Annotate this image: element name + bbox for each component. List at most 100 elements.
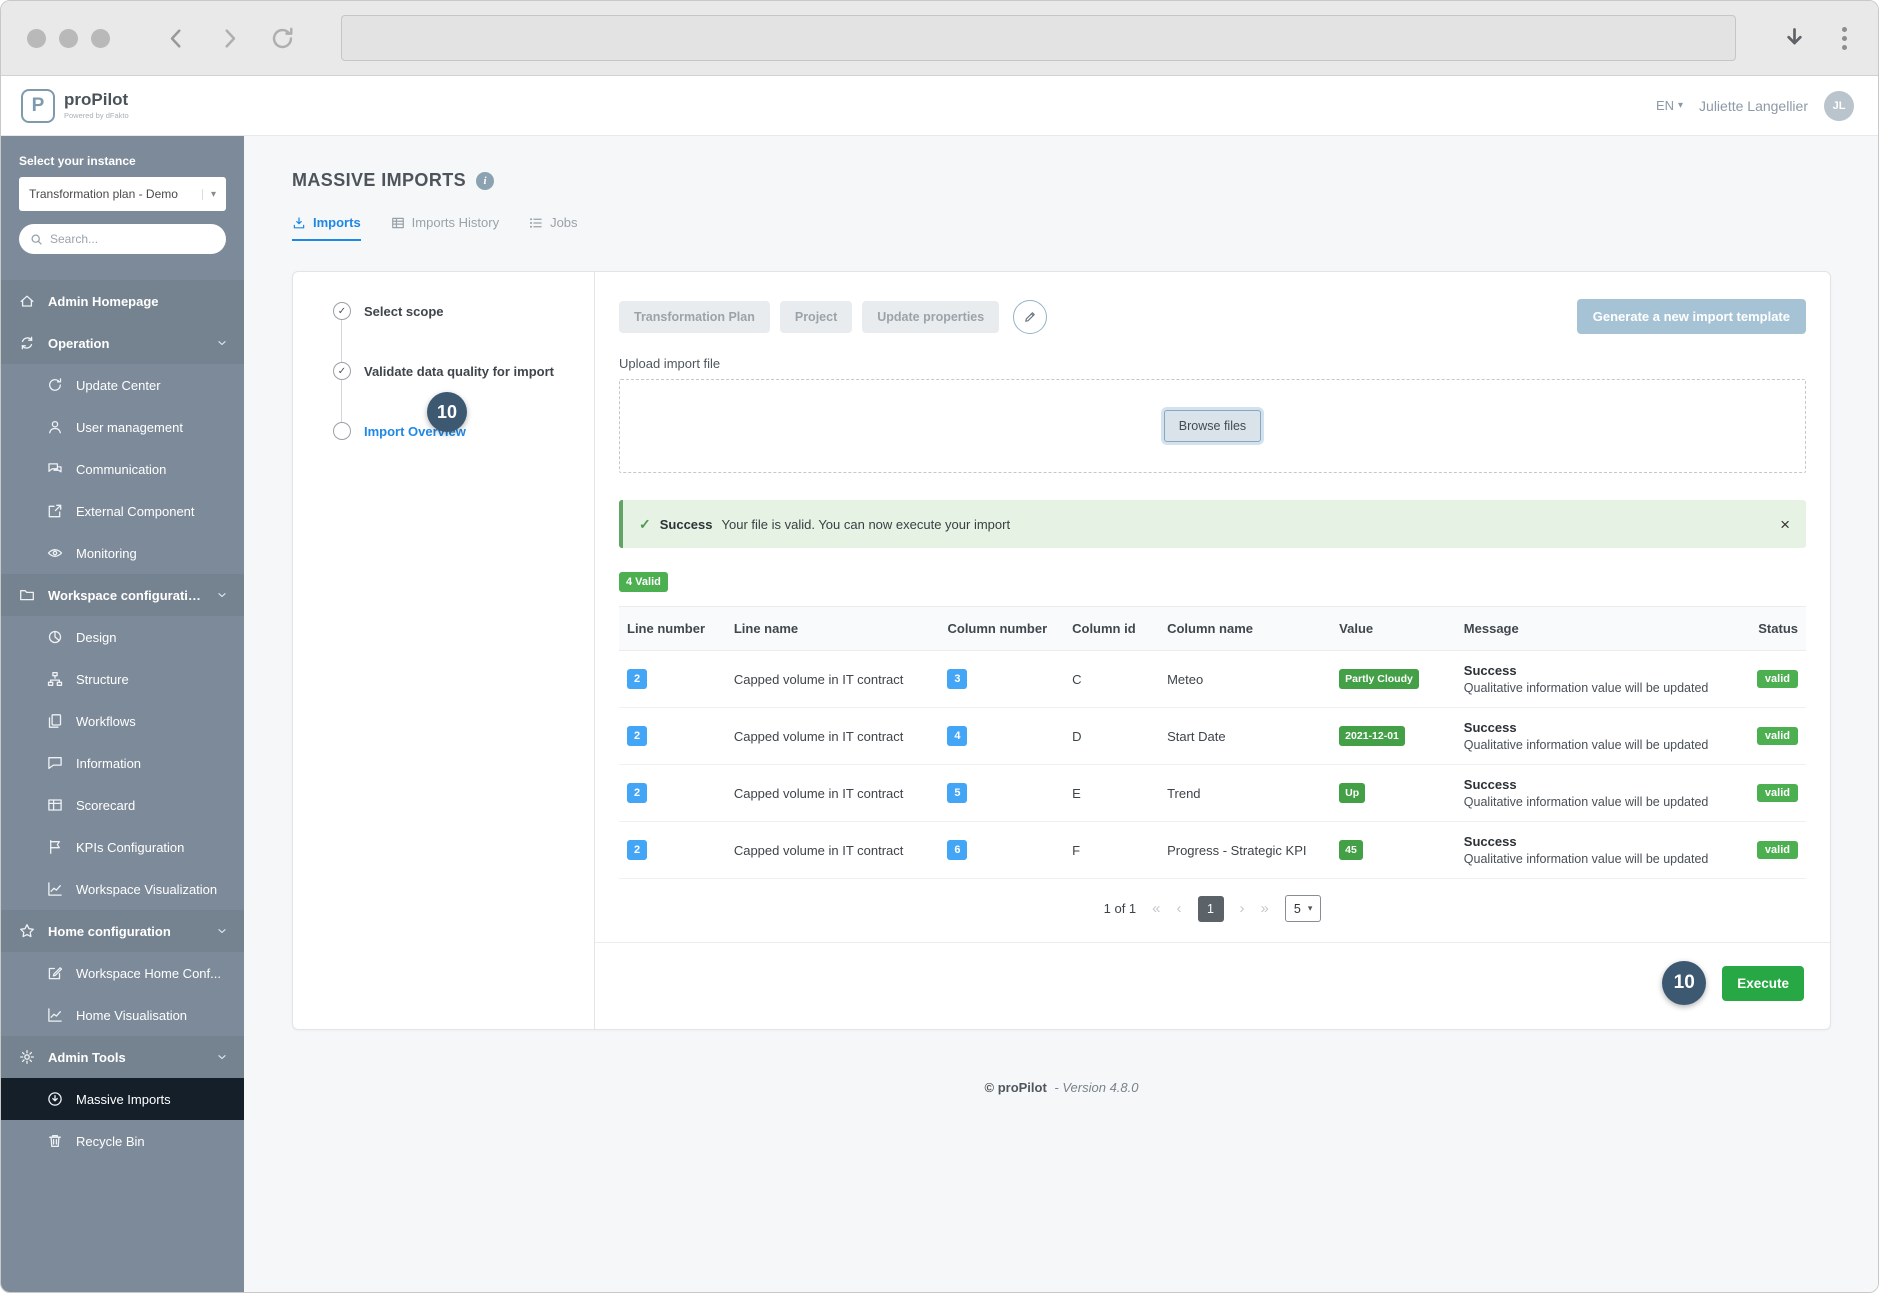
step-select-scope[interactable]: ✓ Select scope bbox=[333, 302, 574, 320]
column-header: Line name bbox=[725, 606, 940, 651]
sidebar-item-monitoring[interactable]: Monitoring bbox=[1, 532, 244, 574]
sidebar-item-external-component[interactable]: External Component bbox=[1, 490, 244, 532]
download-circle-icon bbox=[47, 1091, 63, 1107]
eye-icon bbox=[47, 545, 63, 561]
search-icon bbox=[31, 233, 42, 245]
list-icon bbox=[530, 217, 542, 228]
chevron-down-icon bbox=[216, 589, 228, 601]
sidebar-item-information[interactable]: Information bbox=[1, 742, 244, 784]
star-icon bbox=[19, 923, 35, 939]
sidebar-item-user-management[interactable]: User management bbox=[1, 406, 244, 448]
page-footer: © proPilot - Version 4.8.0 bbox=[292, 1030, 1831, 1095]
folder-icon bbox=[19, 587, 35, 603]
sync-icon bbox=[19, 335, 35, 351]
pagination-last-icon[interactable]: » bbox=[1261, 900, 1269, 917]
sidebar-item-workspace-visualization[interactable]: Workspace Visualization bbox=[1, 868, 244, 910]
tab-label: Imports History bbox=[411, 215, 500, 230]
external-link-icon bbox=[47, 503, 63, 519]
message-title: Success bbox=[1463, 834, 1517, 849]
grid-icon bbox=[391, 217, 404, 228]
refresh-icon bbox=[47, 377, 63, 393]
sidebar-item-workspace-home-conf[interactable]: Workspace Home Conf... bbox=[1, 952, 244, 994]
chevron-down-icon bbox=[216, 925, 228, 937]
language-selector[interactable]: EN ▾ bbox=[1656, 98, 1683, 113]
info-icon[interactable]: i bbox=[476, 171, 495, 190]
sidebar-item-kpis-configuration[interactable]: KPIs Configuration bbox=[1, 826, 244, 868]
download-icon[interactable] bbox=[1781, 25, 1808, 52]
value-badge: 45 bbox=[1339, 840, 1363, 860]
execute-button[interactable]: Execute bbox=[1722, 965, 1804, 1001]
user-name[interactable]: Juliette Langellier bbox=[1699, 98, 1808, 114]
step-check-icon: ✓ bbox=[333, 362, 351, 380]
step-validate-data-quality[interactable]: ✓ Validate data quality for import bbox=[333, 362, 574, 380]
brand-logo[interactable]: P proPilot Powered by dFakto bbox=[21, 88, 129, 123]
browser-forward-icon[interactable] bbox=[216, 25, 243, 52]
sidebar-section-operation[interactable]: Operation bbox=[1, 322, 244, 364]
upload-dropzone[interactable]: Browse files bbox=[619, 379, 1806, 473]
cell-column-id: E bbox=[1064, 764, 1160, 822]
wizard-stepper: ✓ Select scope ✓ Validate data quality f… bbox=[293, 272, 595, 1029]
sidebar-section-admin-tools[interactable]: Admin Tools bbox=[1, 1036, 244, 1078]
window-control-dot[interactable] bbox=[27, 28, 46, 48]
value-badge: Partly Cloudy bbox=[1339, 669, 1419, 689]
cell-column-name: Trend bbox=[1159, 764, 1332, 822]
generate-template-button[interactable]: Generate a new import template bbox=[1576, 299, 1806, 334]
pagination-first-icon[interactable]: « bbox=[1152, 900, 1160, 917]
close-icon[interactable]: × bbox=[1780, 516, 1790, 533]
page-title: MASSIVE IMPORTS bbox=[292, 170, 467, 190]
sidebar-item-update-center[interactable]: Update Center bbox=[1, 364, 244, 406]
user-icon bbox=[47, 419, 63, 435]
line-number-badge: 2 bbox=[627, 783, 647, 803]
sidebar-item-recycle-bin[interactable]: Recycle Bin bbox=[1, 1120, 244, 1162]
browse-files-button[interactable]: Browse files bbox=[1163, 410, 1262, 442]
sidebar-item-label: Scorecard bbox=[76, 797, 136, 813]
scope-button-transformation-plan[interactable]: Transformation Plan bbox=[619, 300, 770, 333]
sidebar-section-home-configuration[interactable]: Home configuration bbox=[1, 910, 244, 952]
sidebar-item-label: Massive Imports bbox=[76, 1091, 171, 1107]
alert-message: Your file is valid. You can now execute … bbox=[721, 516, 1011, 532]
pagination-next-icon[interactable]: › bbox=[1240, 900, 1245, 917]
table-row: 2 Capped volume in IT contract 4 D Start… bbox=[619, 707, 1806, 765]
pagination-prev-icon[interactable]: ‹ bbox=[1177, 900, 1182, 917]
pie-chart-icon bbox=[47, 629, 63, 645]
tab-jobs[interactable]: Jobs bbox=[529, 215, 578, 241]
main-content: MASSIVE IMPORTS i Imports Imports Histor… bbox=[244, 136, 1878, 1292]
window-control-dot[interactable] bbox=[59, 28, 78, 48]
sidebar-search[interactable] bbox=[19, 224, 226, 254]
kebab-menu-icon[interactable] bbox=[1837, 22, 1852, 55]
sidebar-item-admin-homepage[interactable]: Admin Homepage bbox=[1, 280, 244, 322]
sidebar-item-scorecard[interactable]: Scorecard bbox=[1, 784, 244, 826]
tab-imports-history[interactable]: Imports History bbox=[391, 215, 499, 241]
scope-button-project[interactable]: Project bbox=[779, 300, 853, 333]
cell-column-id: C bbox=[1064, 650, 1160, 708]
cell-line-name: Capped volume in IT contract bbox=[725, 707, 940, 765]
sidebar-item-home-visualisation[interactable]: Home Visualisation bbox=[1, 994, 244, 1036]
url-bar[interactable] bbox=[341, 15, 1736, 61]
sidebar-section-workspace-configuration[interactable]: Workspace configuration bbox=[1, 574, 244, 616]
sitemap-icon bbox=[47, 671, 63, 687]
sidebar-item-label: Design bbox=[76, 629, 117, 645]
scope-button-update-properties[interactable]: Update properties bbox=[862, 300, 1000, 333]
search-input[interactable] bbox=[50, 232, 215, 246]
column-header: Column id bbox=[1064, 606, 1160, 651]
sidebar-item-massive-imports[interactable]: Massive Imports bbox=[1, 1078, 244, 1120]
success-alert: ✓ Success Your file is valid. You can no… bbox=[619, 500, 1806, 548]
sidebar-item-communication[interactable]: Communication bbox=[1, 448, 244, 490]
sidebar-item-structure[interactable]: Structure bbox=[1, 658, 244, 700]
edit-scope-button[interactable] bbox=[1013, 299, 1048, 334]
footer-copyright: © proPilot bbox=[984, 1080, 1047, 1095]
chevron-down-icon: ▾ bbox=[1307, 903, 1313, 913]
browser-back-icon[interactable] bbox=[163, 25, 190, 52]
pagination-current-page[interactable]: 1 bbox=[1197, 895, 1224, 922]
instance-select[interactable]: Transformation plan - Demo ▾ bbox=[19, 177, 226, 211]
sidebar-item-workflows[interactable]: Workflows bbox=[1, 700, 244, 742]
browser-reload-icon[interactable] bbox=[269, 25, 296, 52]
table-row: 2 Capped volume in IT contract 3 C Meteo… bbox=[619, 650, 1806, 708]
sidebar-item-design[interactable]: Design bbox=[1, 616, 244, 658]
window-control-dot[interactable] bbox=[91, 28, 110, 48]
tab-imports[interactable]: Imports bbox=[292, 215, 361, 241]
avatar[interactable]: JL bbox=[1824, 90, 1854, 121]
sidebar-nav: Admin Homepage Operation Update Center U… bbox=[1, 280, 244, 1162]
app-header: P proPilot Powered by dFakto EN ▾ Juliet… bbox=[1, 76, 1878, 136]
page-size-select[interactable]: 5 ▾ bbox=[1284, 895, 1322, 922]
